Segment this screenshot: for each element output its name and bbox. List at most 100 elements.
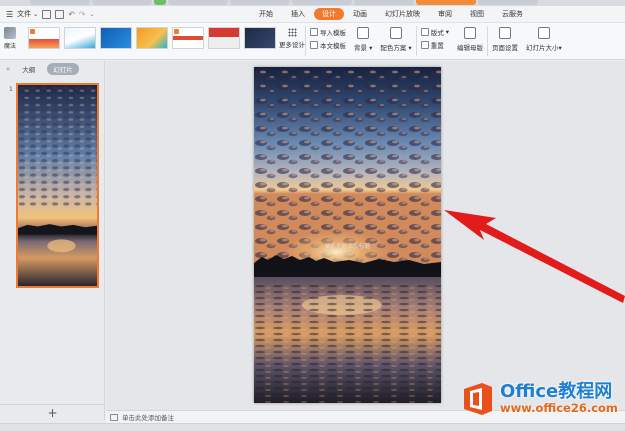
layout-label: 版式 (430, 29, 444, 37)
window-tab[interactable] (154, 0, 166, 5)
tab-4[interactable]: 幻灯片放映 (376, 8, 429, 20)
file-menu[interactable]: 文件 ⌄ (17, 9, 38, 19)
slide-master-icon (463, 27, 476, 39)
layout-group: 版式 ▾ 重置 (417, 23, 453, 50)
window-tab-active[interactable] (416, 0, 476, 5)
background-label-wrap: 背景 ▾ (354, 44, 373, 52)
color-scheme-label: 配色方案 (380, 44, 407, 52)
slide-size-label-wrap: 幻灯片大小▾ (525, 44, 562, 52)
design-template-thumb[interactable] (172, 27, 204, 49)
collapse-panel-icon[interactable]: « (6, 65, 10, 73)
watermark-brand: Office教程网 (500, 383, 618, 401)
slide-size-button[interactable]: 幻灯片大小▾ (522, 23, 566, 52)
background-icon (357, 27, 370, 39)
notes-icon (110, 413, 118, 421)
sunset-image-thumbnail (18, 85, 97, 286)
color-scheme-icon (390, 27, 403, 39)
window-tab[interactable] (168, 0, 228, 5)
page-setup-button[interactable]: 页面设置 (488, 23, 522, 52)
edit-master-label: 编辑母版 (456, 44, 483, 52)
quick-access-toolbar: ☰ 文件 ⌄ ↶ ↷ ⌄ (0, 9, 250, 19)
current-slide[interactable]: 单击此处添加标题 (254, 67, 441, 403)
watermark-url: www.office26.com (500, 401, 618, 416)
hamburger-icon[interactable]: ☰ (6, 10, 13, 19)
undo-icon[interactable]: ↶ (68, 10, 75, 19)
slide-number: 1 (9, 86, 13, 93)
tab-slides[interactable]: 幻灯片 (47, 63, 79, 75)
sunset-lake-image[interactable] (254, 67, 441, 403)
reset-label: 重置 (430, 42, 444, 50)
window-tab[interactable] (292, 0, 352, 5)
background-button[interactable]: 背景 ▾ (350, 23, 376, 52)
chevron-down-icon[interactable]: ⌄ (90, 11, 95, 18)
design-template-thumb[interactable] (28, 27, 60, 49)
import-template-label: 导入模板 (320, 29, 346, 37)
design-template-thumb[interactable] (244, 27, 276, 49)
status-bar (0, 423, 625, 431)
design-template-thumb[interactable] (100, 27, 132, 49)
more-designs-label: 更多设计 (279, 41, 305, 49)
slide-size-label: 幻灯片大小 (525, 44, 559, 52)
tab-2[interactable]: 设计 (314, 8, 344, 20)
import-template-button[interactable]: 导入模板 (310, 27, 346, 37)
add-slide-button[interactable]: + (0, 404, 105, 420)
edit-master-button[interactable]: 编辑母版 (453, 23, 487, 52)
design-template-thumb[interactable] (64, 27, 96, 49)
grid-icon (287, 28, 297, 37)
background-label: 背景 (354, 44, 367, 52)
tab-outline[interactable]: 大纲 (16, 63, 41, 75)
this-template-button[interactable]: 本文模板 (310, 40, 346, 50)
design-template-thumb[interactable] (208, 27, 240, 49)
color-scheme-label-wrap: 配色方案 ▾ (380, 44, 412, 52)
magic-button[interactable]: 魔法 (0, 23, 20, 50)
watermark: Office教程网 www.office26.com (460, 381, 618, 417)
page-setup-label: 页面设置 (491, 44, 518, 52)
magic-wand-icon (4, 27, 16, 39)
slide-thumbnail[interactable] (16, 83, 99, 288)
this-template-label: 本文模板 (320, 42, 346, 50)
layout-icon (420, 28, 429, 36)
slide-size-icon (537, 27, 550, 39)
plus-icon: + (47, 405, 58, 420)
ribbon: 魔法 更多设计 导入模板 本文模板 背景 ▾ 配色方案 ▾ 版式 ▾ 重置 编辑… (0, 23, 625, 60)
color-scheme-button[interactable]: 配色方案 ▾ (376, 23, 415, 52)
import-template-icon (310, 28, 318, 36)
chevron-down-icon: ⌄ (33, 10, 39, 18)
print-icon[interactable] (55, 9, 65, 19)
reset-button[interactable]: 重置 (420, 40, 449, 50)
watermark-brand-en: Office (500, 381, 559, 403)
slides-panel-header: « 大纲 幻灯片 (0, 61, 104, 77)
document-template-icon (310, 41, 318, 49)
tab-6[interactable]: 视图 (461, 8, 493, 20)
tab-3[interactable]: 动画 (344, 8, 376, 20)
menu-bar: ☰ 文件 ⌄ ↶ ↷ ⌄ 开始 插入 设计 动画 幻灯片放映 审阅 视图 云服务 (0, 6, 625, 23)
notes-placeholder[interactable]: 单击此处添加备注 (122, 412, 174, 422)
slide-editor-canvas[interactable]: 单击此处添加标题 (106, 61, 625, 410)
slide-title-placeholder[interactable]: 单击此处添加标题 (254, 242, 441, 250)
template-group: 导入模板 本文模板 (306, 23, 350, 50)
window-tab[interactable] (230, 0, 290, 5)
file-menu-label: 文件 (17, 10, 32, 18)
design-template-gallery (20, 23, 279, 49)
tab-7[interactable]: 云服务 (493, 8, 532, 20)
layout-button[interactable]: 版式 ▾ (420, 27, 449, 37)
page-setup-icon (498, 27, 511, 39)
tab-5[interactable]: 审阅 (429, 8, 461, 20)
tab-1[interactable]: 插入 (282, 8, 314, 20)
watermark-brand-cn: 教程网 (558, 381, 613, 403)
more-designs-button[interactable]: 更多设计 (279, 23, 305, 49)
office-logo-icon (464, 383, 492, 415)
magic-label: 魔法 (3, 43, 16, 50)
window-tab[interactable] (30, 0, 90, 5)
window-tab[interactable] (478, 0, 538, 5)
reset-icon (420, 41, 429, 49)
tab-0[interactable]: 开始 (250, 8, 282, 20)
redo-icon[interactable]: ↷ (79, 10, 86, 19)
slides-panel: « 大纲 幻灯片 1 + (0, 61, 105, 420)
save-icon[interactable] (42, 9, 52, 19)
ribbon-tabs: 开始 插入 设计 动画 幻灯片放映 审阅 视图 云服务 (250, 8, 532, 20)
design-template-thumb[interactable] (136, 27, 168, 49)
window-tab[interactable] (354, 0, 414, 5)
window-tab[interactable] (92, 0, 152, 5)
watermark-text: Office教程网 www.office26.com (500, 383, 618, 415)
